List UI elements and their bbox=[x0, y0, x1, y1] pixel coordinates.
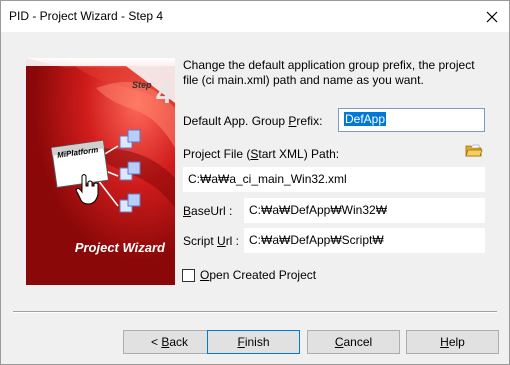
back-button-rest: ack bbox=[169, 335, 189, 349]
finish-button[interactable]: Finish bbox=[207, 330, 300, 354]
banner-step-number: 4 bbox=[156, 78, 172, 109]
open-project-label-key: O bbox=[200, 268, 210, 282]
step-description: Change the default application group pre… bbox=[183, 58, 475, 87]
help-button-rest: elp bbox=[448, 335, 465, 349]
prefix-label-text: Default App. Group bbox=[183, 114, 289, 128]
base-url-field[interactable]: C:₩a₩DefApp₩Win32₩ bbox=[244, 198, 485, 223]
back-button-prefix: < bbox=[150, 335, 162, 349]
footer-separator bbox=[13, 311, 497, 313]
cancel-button-key: C bbox=[334, 335, 344, 349]
script-url-label-key: U bbox=[217, 234, 226, 248]
script-url-field[interactable]: C:₩a₩DefApp₩Script₩ bbox=[244, 228, 485, 253]
back-button[interactable]: < Back bbox=[123, 330, 216, 354]
wizard-window: PID - Project Wizard - Step 4 Step 4 MiP… bbox=[0, 0, 510, 365]
script-url-label-rest: rl : bbox=[225, 234, 240, 248]
module-cube-icons bbox=[119, 129, 141, 213]
open-project-label[interactable]: Open Created Project bbox=[200, 268, 316, 282]
open-project-checkbox[interactable] bbox=[182, 269, 195, 282]
help-button[interactable]: Help bbox=[406, 330, 499, 354]
help-button-key: H bbox=[440, 335, 449, 349]
project-file-label-text: Project File ( bbox=[183, 147, 251, 161]
open-project-label-rest: pen Created Project bbox=[209, 268, 317, 282]
prefix-label: Default App. Group Prefix: bbox=[183, 114, 322, 128]
close-button[interactable] bbox=[475, 1, 509, 32]
banner-caption: Project Wizard bbox=[74, 240, 165, 255]
base-url-label: BaseUrl : bbox=[183, 204, 232, 218]
finish-button-rest: inish bbox=[244, 335, 270, 349]
window-title: PID - Project Wizard - Step 4 bbox=[9, 9, 164, 23]
folder-icon bbox=[465, 144, 483, 157]
close-icon bbox=[486, 11, 498, 22]
banner-step-label: Step bbox=[132, 80, 152, 90]
script-url-label: Script Url : bbox=[183, 234, 239, 248]
app-group-prefix-input[interactable]: DefApp bbox=[338, 108, 485, 132]
project-file-label: Project File (Start XML) Path: bbox=[183, 147, 339, 161]
browse-button[interactable] bbox=[465, 142, 483, 158]
script-url-label-text: Script bbox=[183, 234, 218, 248]
finish-button-key: F bbox=[237, 335, 245, 349]
wizard-banner: Step 4 MiPlatform Project Wizard bbox=[26, 58, 175, 285]
title-bar: PID - Project Wizard - Step 4 bbox=[1, 1, 509, 32]
project-file-label-rest: tart XML) Path: bbox=[258, 147, 340, 161]
prefix-value: DefApp bbox=[344, 112, 387, 126]
back-button-key: B bbox=[161, 335, 170, 349]
cancel-button-rest: ancel bbox=[343, 335, 373, 349]
base-url-label-rest: aseUrl : bbox=[191, 204, 233, 218]
prefix-label-rest: refix: bbox=[296, 114, 323, 128]
cancel-button[interactable]: Cancel bbox=[307, 330, 400, 354]
base-url-label-key: B bbox=[183, 204, 192, 218]
project-file-path-field[interactable]: C:₩a₩a_ci_main_Win32.xml bbox=[183, 167, 485, 192]
